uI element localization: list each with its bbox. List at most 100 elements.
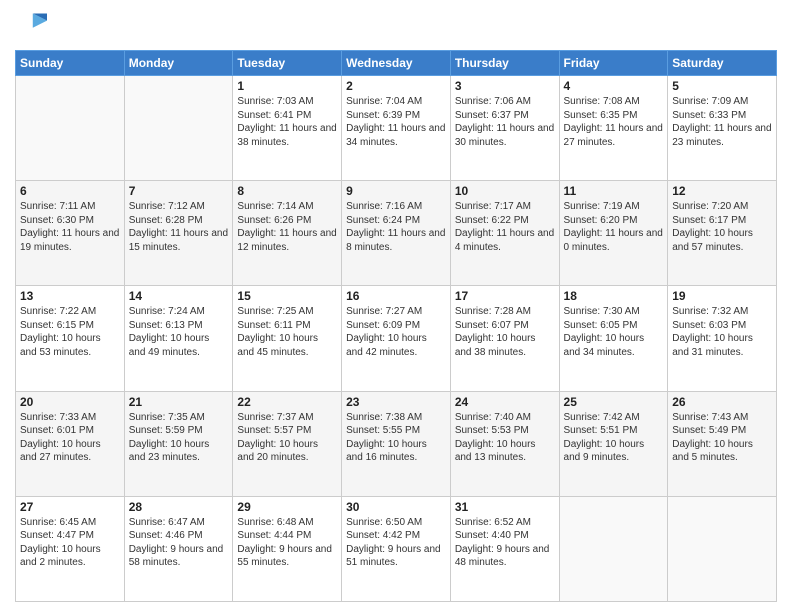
- day-info: Sunrise: 6:52 AM Sunset: 4:40 PM Dayligh…: [455, 516, 555, 570]
- day-number: 17: [455, 289, 555, 303]
- calendar-cell: 8 Sunrise: 7:14 AM Sunset: 6:26 PM Daylig…: [233, 181, 342, 286]
- calendar-cell: 5 Sunrise: 7:09 AM Sunset: 6:33 PM Daylig…: [668, 76, 777, 181]
- calendar-cell: 1 Sunrise: 7:03 AM Sunset: 6:41 PM Daylig…: [233, 76, 342, 181]
- logo-icon: [15, 10, 47, 42]
- day-number: 1: [237, 79, 337, 93]
- weekday-header-thursday: Thursday: [450, 51, 559, 76]
- weekday-header-tuesday: Tuesday: [233, 51, 342, 76]
- day-info: Sunrise: 7:22 AM Sunset: 6:15 PM Dayligh…: [20, 305, 120, 359]
- day-info: Sunrise: 7:08 AM Sunset: 6:35 PM Dayligh…: [564, 95, 664, 149]
- calendar-cell: 9 Sunrise: 7:16 AM Sunset: 6:24 PM Daylig…: [342, 181, 451, 286]
- day-number: 29: [237, 500, 337, 514]
- day-info: Sunrise: 7:42 AM Sunset: 5:51 PM Dayligh…: [564, 411, 664, 465]
- day-number: 20: [20, 395, 120, 409]
- weekday-header-sunday: Sunday: [16, 51, 125, 76]
- day-number: 5: [672, 79, 772, 93]
- calendar-cell: 7 Sunrise: 7:12 AM Sunset: 6:28 PM Daylig…: [124, 181, 233, 286]
- day-info: Sunrise: 7:33 AM Sunset: 6:01 PM Dayligh…: [20, 411, 120, 465]
- calendar-cell: 14 Sunrise: 7:24 AM Sunset: 6:13 PM Dayli…: [124, 286, 233, 391]
- day-info: Sunrise: 7:37 AM Sunset: 5:57 PM Dayligh…: [237, 411, 337, 465]
- day-number: 22: [237, 395, 337, 409]
- day-info: Sunrise: 6:50 AM Sunset: 4:42 PM Dayligh…: [346, 516, 446, 570]
- weekday-header-row: SundayMondayTuesdayWednesdayThursdayFrid…: [16, 51, 777, 76]
- day-info: Sunrise: 7:03 AM Sunset: 6:41 PM Dayligh…: [237, 95, 337, 149]
- day-number: 30: [346, 500, 446, 514]
- calendar-cell: 22 Sunrise: 7:37 AM Sunset: 5:57 PM Dayli…: [233, 391, 342, 496]
- day-number: 11: [564, 184, 664, 198]
- day-number: 7: [129, 184, 229, 198]
- day-number: 31: [455, 500, 555, 514]
- day-info: Sunrise: 7:30 AM Sunset: 6:05 PM Dayligh…: [564, 305, 664, 359]
- day-info: Sunrise: 6:45 AM Sunset: 4:47 PM Dayligh…: [20, 516, 120, 570]
- day-info: Sunrise: 7:16 AM Sunset: 6:24 PM Dayligh…: [346, 200, 446, 254]
- day-info: Sunrise: 7:24 AM Sunset: 6:13 PM Dayligh…: [129, 305, 229, 359]
- day-info: Sunrise: 7:28 AM Sunset: 6:07 PM Dayligh…: [455, 305, 555, 359]
- weekday-header-wednesday: Wednesday: [342, 51, 451, 76]
- day-info: Sunrise: 7:27 AM Sunset: 6:09 PM Dayligh…: [346, 305, 446, 359]
- day-number: 2: [346, 79, 446, 93]
- calendar-cell: 25Sunrise: 7:42 AM Sunset: 5:51 PM Dayli…: [559, 391, 668, 496]
- calendar-cell: [668, 496, 777, 601]
- day-number: 12: [672, 184, 772, 198]
- day-info: Sunrise: 7:12 AM Sunset: 6:28 PM Dayligh…: [129, 200, 229, 254]
- weekday-header-saturday: Saturday: [668, 51, 777, 76]
- calendar-cell: 27 Sunrise: 6:45 AM Sunset: 4:47 PM Dayli…: [16, 496, 125, 601]
- day-number: 13: [20, 289, 120, 303]
- day-number: 27: [20, 500, 120, 514]
- calendar-table: SundayMondayTuesdayWednesdayThursdayFrid…: [15, 50, 777, 602]
- calendar-cell: [559, 496, 668, 601]
- day-number: 16: [346, 289, 446, 303]
- calendar-cell: 23 Sunrise: 7:38 AM Sunset: 5:55 PM Dayli…: [342, 391, 451, 496]
- day-info: Sunrise: 7:35 AM Sunset: 5:59 PM Dayligh…: [129, 411, 229, 465]
- day-info: Sunrise: 7:06 AM Sunset: 6:37 PM Dayligh…: [455, 95, 555, 149]
- calendar-cell: 21Sunrise: 7:35 AM Sunset: 5:59 PM Dayli…: [124, 391, 233, 496]
- calendar-cell: 16 Sunrise: 7:27 AM Sunset: 6:09 PM Dayli…: [342, 286, 451, 391]
- weekday-header-monday: Monday: [124, 51, 233, 76]
- calendar-cell: 31 Sunrise: 6:52 AM Sunset: 4:40 PM Dayli…: [450, 496, 559, 601]
- day-number: 10: [455, 184, 555, 198]
- day-info: Sunrise: 7:04 AM Sunset: 6:39 PM Dayligh…: [346, 95, 446, 149]
- calendar-week-row: 20 Sunrise: 7:33 AM Sunset: 6:01 PM Dayli…: [16, 391, 777, 496]
- day-number: 8: [237, 184, 337, 198]
- day-info: Sunrise: 7:25 AM Sunset: 6:11 PM Dayligh…: [237, 305, 337, 359]
- day-info: Sunrise: 7:17 AM Sunset: 6:22 PM Dayligh…: [455, 200, 555, 254]
- calendar-cell: 12 Sunrise: 7:20 AM Sunset: 6:17 PM Dayli…: [668, 181, 777, 286]
- weekday-header-friday: Friday: [559, 51, 668, 76]
- calendar-cell: 17 Sunrise: 7:28 AM Sunset: 6:07 PM Dayli…: [450, 286, 559, 391]
- day-number: 24: [455, 395, 555, 409]
- calendar-cell: 2 Sunrise: 7:04 AM Sunset: 6:39 PM Daylig…: [342, 76, 451, 181]
- calendar-cell: 18 Sunrise: 7:30 AM Sunset: 6:05 PM Dayli…: [559, 286, 668, 391]
- calendar-week-row: 27 Sunrise: 6:45 AM Sunset: 4:47 PM Dayli…: [16, 496, 777, 601]
- calendar-cell: 10 Sunrise: 7:17 AM Sunset: 6:22 PM Dayli…: [450, 181, 559, 286]
- calendar-cell: 20 Sunrise: 7:33 AM Sunset: 6:01 PM Dayli…: [16, 391, 125, 496]
- day-number: 14: [129, 289, 229, 303]
- day-info: Sunrise: 7:19 AM Sunset: 6:20 PM Dayligh…: [564, 200, 664, 254]
- day-number: 18: [564, 289, 664, 303]
- day-number: 19: [672, 289, 772, 303]
- day-number: 3: [455, 79, 555, 93]
- calendar-cell: 26Sunrise: 7:43 AM Sunset: 5:49 PM Dayli…: [668, 391, 777, 496]
- calendar-cell: 29Sunrise: 6:48 AM Sunset: 4:44 PM Dayli…: [233, 496, 342, 601]
- day-info: Sunrise: 7:20 AM Sunset: 6:17 PM Dayligh…: [672, 200, 772, 254]
- day-info: Sunrise: 7:38 AM Sunset: 5:55 PM Dayligh…: [346, 411, 446, 465]
- header: [15, 10, 777, 42]
- day-info: Sunrise: 7:09 AM Sunset: 6:33 PM Dayligh…: [672, 95, 772, 149]
- day-number: 4: [564, 79, 664, 93]
- day-number: 23: [346, 395, 446, 409]
- calendar-cell: [124, 76, 233, 181]
- calendar-week-row: 6Sunrise: 7:11 AM Sunset: 6:30 PM Daylig…: [16, 181, 777, 286]
- day-number: 9: [346, 184, 446, 198]
- page: SundayMondayTuesdayWednesdayThursdayFrid…: [0, 0, 792, 612]
- day-number: 15: [237, 289, 337, 303]
- calendar-cell: 13 Sunrise: 7:22 AM Sunset: 6:15 PM Dayli…: [16, 286, 125, 391]
- day-info: Sunrise: 7:14 AM Sunset: 6:26 PM Dayligh…: [237, 200, 337, 254]
- calendar-cell: 3 Sunrise: 7:06 AM Sunset: 6:37 PM Daylig…: [450, 76, 559, 181]
- day-info: Sunrise: 7:32 AM Sunset: 6:03 PM Dayligh…: [672, 305, 772, 359]
- calendar-cell: 19 Sunrise: 7:32 AM Sunset: 6:03 PM Dayli…: [668, 286, 777, 391]
- day-number: 28: [129, 500, 229, 514]
- calendar-cell: 15 Sunrise: 7:25 AM Sunset: 6:11 PM Dayli…: [233, 286, 342, 391]
- calendar-cell: 24 Sunrise: 7:40 AM Sunset: 5:53 PM Dayli…: [450, 391, 559, 496]
- calendar-cell: 11 Sunrise: 7:19 AM Sunset: 6:20 PM Dayli…: [559, 181, 668, 286]
- day-info: Sunrise: 7:40 AM Sunset: 5:53 PM Dayligh…: [455, 411, 555, 465]
- logo: [15, 10, 51, 42]
